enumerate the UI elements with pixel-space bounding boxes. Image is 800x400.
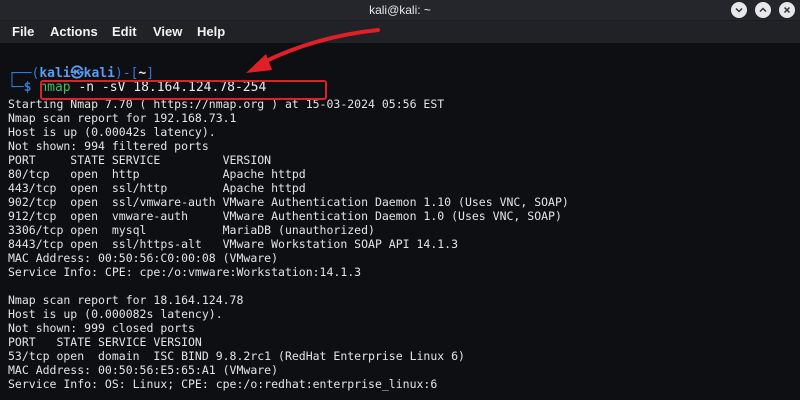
terminal-window: kali@kali: ~ File Actions Edit View Help… [0,0,800,400]
annotation-arrow-icon [246,28,380,73]
